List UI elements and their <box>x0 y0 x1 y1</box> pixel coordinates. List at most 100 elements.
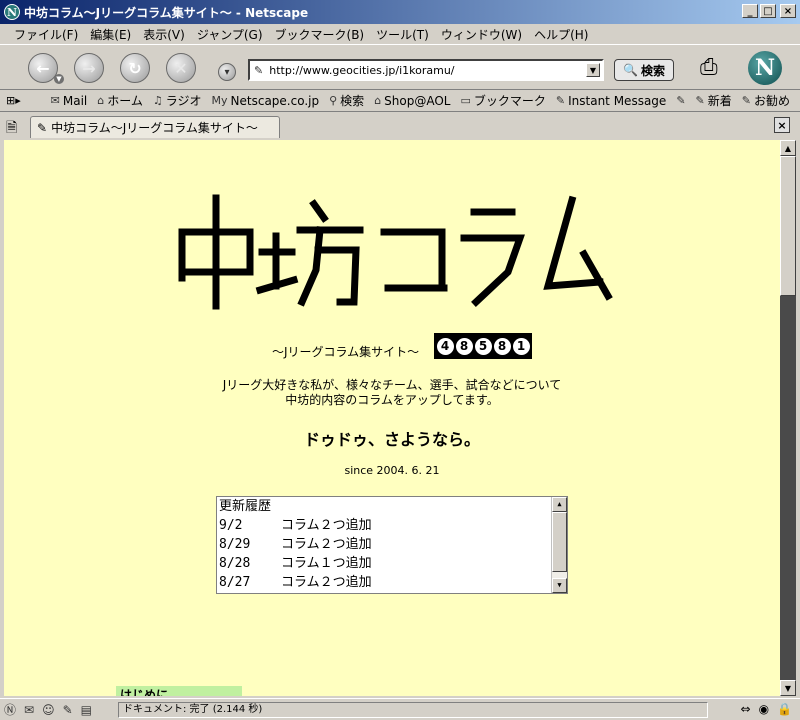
menu-bookmarks[interactable]: ブックマーク(B) <box>269 26 371 43</box>
my-netscape-icon: My <box>211 94 228 107</box>
toolbar-item-instant-message[interactable]: ✎ Instant Message <box>556 94 666 108</box>
scroll-track[interactable] <box>780 296 796 680</box>
arrow-right-icon: → <box>82 58 96 78</box>
menu-go[interactable]: ジャンプ(G) <box>191 26 269 43</box>
netscape-status-icon[interactable]: Ⓝ <box>4 701 16 718</box>
history-date: 8/29 <box>219 537 251 552</box>
mail-icon[interactable]: ✉ <box>24 703 34 717</box>
menu-bar: ファイル(F) 編集(E) 表示(V) ジャンプ(G) ブックマーク(B) ツー… <box>0 24 800 44</box>
menu-file[interactable]: ファイル(F) <box>8 26 84 43</box>
im-icon[interactable]: ☺ <box>42 703 55 717</box>
toolbar-item-shop[interactable]: ⌂ Shop@AOL <box>374 94 450 108</box>
search-button[interactable]: 🔍 検索 <box>614 59 674 81</box>
toolbar-item-netscape[interactable]: My Netscape.co.jp <box>212 94 320 108</box>
page-link-icon: ✎ <box>37 120 48 135</box>
url-history-button[interactable]: ▾ <box>218 63 236 81</box>
stop-icon: ✕ <box>174 58 188 78</box>
history-row: 8/28 コラム１つ追加 <box>217 554 567 573</box>
composer-icon[interactable]: ✎ <box>63 703 73 717</box>
status-bar: Ⓝ ✉ ☺ ✎ ▤ ドキュメント: 完了 (2.144 秒) ⇔ ◉ 🔒 <box>0 698 800 720</box>
minimize-button[interactable]: _ <box>742 4 758 18</box>
netscape-app-icon[interactable]: N <box>4 4 20 20</box>
window-controls: _ □ × <box>742 4 796 18</box>
menu-help[interactable]: ヘルプ(H) <box>528 26 594 43</box>
url-bar[interactable]: ✎ http://www.geocities.jp/i1koramu/ ▼ <box>248 59 604 81</box>
toolbar-item-label: 検索 <box>340 94 365 108</box>
toolbar-item-bookmarks[interactable]: ▭ ブックマーク <box>460 92 545 109</box>
history-text: コラム２つ追加 <box>281 537 372 552</box>
page-scrollbar[interactable]: ▲ ▼ <box>780 140 796 696</box>
visitor-counter: 4 8 5 8 1 <box>434 333 532 359</box>
security-lock-icon[interactable]: 🔒 <box>777 702 792 716</box>
arrow-left-icon: ← <box>36 58 50 78</box>
toolbar-item-link[interactable]: ✎ <box>676 94 685 107</box>
online-icon[interactable]: ⇔ <box>741 702 751 716</box>
search-button-label: 検索 <box>640 63 665 78</box>
toolbar-item-label: ラジオ <box>165 94 202 108</box>
history-row: 8/29 コラム２つ追加 <box>217 535 567 554</box>
toolbar-item-home[interactable]: ⌂ ホーム <box>97 92 143 109</box>
tab-strip: 🗎 ✎ 中坊コラム〜Jリーグコラム集サイト〜 × <box>0 113 800 139</box>
toolbar-item-label: Shop@AOL <box>384 93 451 108</box>
scroll-up-button[interactable]: ▲ <box>780 140 796 156</box>
toolbar-item-mail[interactable]: ✉ Mail <box>51 94 88 108</box>
link-icon: ✎ <box>676 94 686 107</box>
toolbar-item-label: Mail <box>62 93 88 108</box>
mail-icon: ✉ <box>50 94 60 107</box>
page-link-icon: ✎ <box>254 63 264 77</box>
scroll-down-button[interactable]: ▼ <box>780 680 796 696</box>
print-icon[interactable]: ⎙ <box>700 55 718 80</box>
history-scroll-up-button[interactable]: ▲ <box>552 497 567 512</box>
history-date: 8/28 <box>219 556 251 571</box>
toolbar-item-recommended[interactable]: ✎ お勧め <box>742 92 790 109</box>
stop-button[interactable]: ✕ <box>166 53 196 83</box>
netscape-logo[interactable]: N <box>748 51 782 85</box>
menu-window[interactable]: ウィンドウ(W) <box>435 26 528 43</box>
sidebar-toggle-icon[interactable]: ⊞▸ <box>6 94 51 107</box>
tab-title: 中坊コラム〜Jリーグコラム集サイト〜 <box>51 121 258 135</box>
radio-icon: ♫ <box>152 94 163 107</box>
close-tab-button[interactable]: × <box>774 117 790 133</box>
url-text[interactable]: http://www.geocities.jp/i1koramu/ <box>269 64 454 77</box>
history-text: コラム２つ追加 <box>281 575 372 590</box>
menu-view[interactable]: 表示(V) <box>137 26 191 43</box>
status-text: ドキュメント: 完了 (2.144 秒) <box>118 702 708 718</box>
history-text: コラム２つ追加 <box>281 518 372 533</box>
toolbar-item-label: Netscape.co.jp <box>230 93 320 108</box>
counter-digit: 8 <box>493 337 511 355</box>
toolbar-item-radio[interactable]: ♫ ラジオ <box>153 92 202 109</box>
forward-button[interactable]: → <box>74 53 104 83</box>
status-indicators: ⇔ ◉ 🔒 <box>741 702 793 716</box>
address-book-icon[interactable]: ▤ <box>81 703 92 717</box>
maximize-button[interactable]: □ <box>760 4 776 18</box>
history-scrollbar[interactable]: ▲ ▼ <box>551 497 567 593</box>
history-scroll-thumb[interactable] <box>552 512 567 572</box>
personal-toolbar: ⊞▸ ✉ Mail ⌂ ホーム ♫ ラジオ My Netscape.co.jp ⚲ 検索 … <box>0 90 800 112</box>
privacy-icon[interactable]: ◉ <box>759 702 769 716</box>
history-scroll-down-button[interactable]: ▼ <box>552 578 567 593</box>
update-history-box[interactable]: 更新履歴 9/2 コラム２つ追加 8/29 コラム２つ追加 8/28 コラム１つ… <box>216 496 568 594</box>
toolbar-item-label: 新着 <box>707 94 732 108</box>
back-history-dropdown[interactable]: ▼ <box>54 74 64 84</box>
url-dropdown-button[interactable]: ▼ <box>586 63 600 77</box>
toolbar-item-new[interactable]: ✎ 新着 <box>696 92 732 109</box>
farewell-headline: ドゥドゥ、さようなら。 <box>303 430 480 449</box>
link-icon: ✎ <box>741 94 751 107</box>
close-window-button[interactable]: × <box>780 4 796 18</box>
reload-button[interactable]: ↻ <box>120 53 150 83</box>
magnifier-icon: 🔍 <box>623 63 638 77</box>
counter-digit: 4 <box>436 337 454 355</box>
toolbar-item-label: お勧め <box>753 94 790 108</box>
scroll-thumb[interactable] <box>780 156 796 296</box>
page-viewport[interactable]: 〜Jリーグコラム集サイト〜 4 8 5 8 1 Jリーグ大好きな私が、様々なチー… <box>4 140 780 696</box>
toolbar-item-search[interactable]: ⚲ 検索 <box>329 92 364 109</box>
intro-line: Jリーグ大好きな私が、様々なチーム、選手、試合などについて <box>222 378 562 392</box>
history-date: 8/27 <box>219 575 251 590</box>
history-row: 9/2 コラム２つ追加 <box>217 516 567 535</box>
new-tab-icon[interactable]: 🗎 <box>6 117 17 141</box>
history-title: 更新履歴 <box>219 499 272 514</box>
menu-edit[interactable]: 編集(E) <box>84 26 137 43</box>
intro-link-box[interactable]: はじめに <box>116 686 242 696</box>
tab-current[interactable]: ✎ 中坊コラム〜Jリーグコラム集サイト〜 <box>30 116 280 138</box>
menu-tools[interactable]: ツール(T) <box>370 26 435 43</box>
